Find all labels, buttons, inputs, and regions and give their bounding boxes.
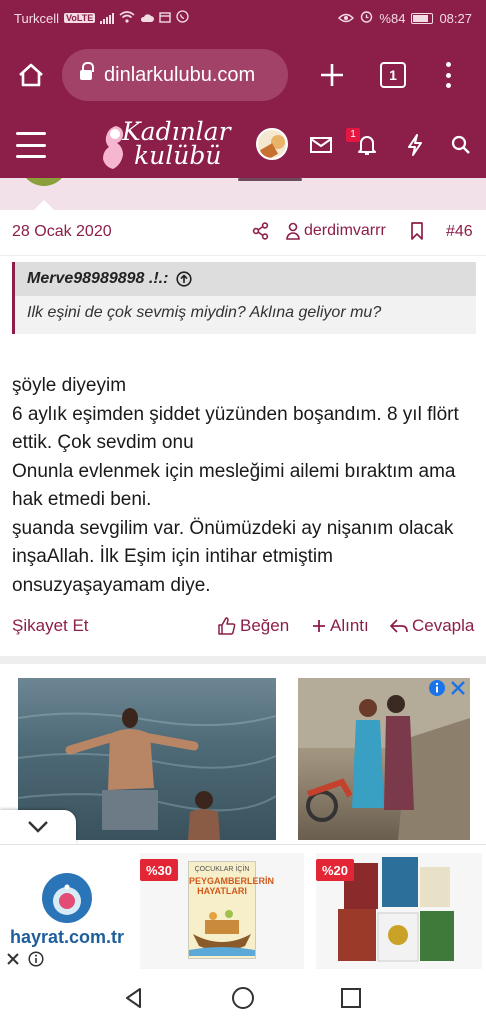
info-icon[interactable] (428, 679, 446, 697)
reply-button[interactable]: Cevapla (390, 616, 474, 636)
status-bar: Turkcell VoLTE %84 08:27 (0, 0, 486, 36)
new-tab-button[interactable] (312, 50, 352, 100)
product-card-2[interactable]: %20 (316, 853, 482, 969)
reply-label: Cevapla (412, 616, 475, 635)
reply-icon (390, 619, 408, 633)
address-bar[interactable]: dinlarkulubu.com (62, 49, 288, 101)
product-card-1[interactable]: %30 ÇOCUKLAR İÇİN PEYGAMBERLERİN HAYATLA… (140, 853, 304, 969)
user-icon (286, 222, 300, 240)
section-divider (0, 656, 486, 664)
discount-badge-2: %20 (316, 859, 354, 881)
post-meta: 28 Ocak 2020 derdimvarrr #46 (0, 210, 486, 256)
cloud-icon (140, 11, 155, 26)
report-link[interactable]: Şikayet Et (12, 616, 89, 636)
post-body: şöyle diyeyim 6 aylık eşimden şiddet yüz… (12, 372, 476, 600)
home-icon (19, 63, 43, 87)
quote-author: Merve98989898 .!.: (27, 270, 169, 287)
previous-post-edge (0, 178, 486, 210)
chevron-down-icon (28, 821, 48, 833)
volte-badge: VoLTE (64, 13, 96, 23)
go-to-quote-icon[interactable] (176, 271, 193, 287)
user-avatar[interactable] (256, 128, 288, 160)
quote-header[interactable]: Merve98989898 .!.: (15, 262, 476, 296)
bottom-banner-ad[interactable]: hayrat.com.tr %30 ÇOCUKLAR İÇİN PEYGAMBE… (0, 844, 486, 972)
home-nav-icon[interactable] (231, 986, 255, 1015)
carrier-name: Turkcell (14, 10, 60, 26)
site-header: Kadınlar kulübü 1 (0, 114, 486, 178)
ad-choices[interactable] (428, 678, 472, 698)
author-name: derdimvarrr (304, 222, 386, 239)
book-cover-1: ÇOCUKLAR İÇİN PEYGAMBERLERİN HAYATLARI (188, 861, 275, 959)
search-icon[interactable] (446, 130, 476, 160)
logo-line-2: kulübü (134, 141, 222, 170)
close-icon[interactable] (6, 952, 20, 966)
book-subtitle: ÇOCUKLAR İÇİN (194, 866, 250, 873)
battery-icon (411, 12, 434, 24)
lightning-icon[interactable] (400, 130, 430, 160)
calendar-icon (159, 11, 171, 26)
hamburger-menu-icon[interactable] (16, 132, 46, 158)
bookmark-icon[interactable] (410, 222, 424, 245)
quote-button[interactable]: Alıntı (312, 616, 369, 636)
thumbs-up-icon (218, 617, 236, 635)
plus-icon (321, 64, 343, 86)
share-icon[interactable] (252, 222, 270, 245)
previous-avatar (20, 178, 68, 186)
wifi-icon (119, 10, 135, 26)
like-button[interactable]: Beğen (218, 616, 289, 636)
system-navigation-bar (0, 972, 486, 1024)
recents-icon[interactable] (340, 987, 362, 1014)
ad-controls (6, 951, 44, 967)
url-text: dinlarkulubu.com (104, 63, 256, 86)
battery-percent: %84 (379, 10, 406, 26)
ad-image-women[interactable] (298, 678, 470, 840)
logo-text: Kadınlar kulübü (122, 119, 231, 170)
mail-icon[interactable] (306, 130, 336, 160)
hayrat-logo (42, 873, 92, 923)
clock-time: 08:27 (439, 10, 472, 26)
previous-post-marker (238, 178, 302, 181)
post-author[interactable]: derdimvarrr (286, 222, 386, 240)
home-button[interactable] (0, 36, 62, 114)
like-label: Beğen (240, 616, 290, 635)
ark-illustration (189, 910, 255, 956)
browser-toolbar: dinlarkulubu.com 1 (0, 36, 486, 114)
alarm-icon (360, 10, 373, 26)
eye-comfort-icon (338, 11, 355, 26)
browser-menu-button[interactable] (436, 60, 460, 90)
quote-block: Merve98989898 .!.: Ilk eşini de çok sevm… (12, 262, 476, 334)
lock-icon (80, 62, 94, 82)
quote-text: Ilk eşini de çok sevmiş miydin? Aklına g… (27, 304, 382, 321)
tab-switcher-button[interactable]: 1 (380, 62, 406, 88)
discount-badge-1: %30 (140, 859, 178, 881)
ad-brand: hayrat.com.tr (10, 927, 125, 947)
book-title: PEYGAMBERLERİN HAYATLARI (189, 876, 275, 896)
whatsapp-icon (176, 10, 189, 26)
quote-label: Alıntı (330, 616, 369, 635)
site-logo[interactable]: Kadınlar kulübü (98, 118, 231, 174)
post-number[interactable]: #46 (446, 223, 473, 241)
post-text: şöyle diyeyim 6 aylık eşimden şiddet yüz… (12, 375, 459, 596)
close-icon[interactable] (450, 680, 466, 696)
info-icon[interactable] (28, 951, 44, 967)
post-actions: Şikayet Et Beğen Alıntı Cevapla (0, 612, 486, 642)
plus-icon (313, 620, 325, 632)
signal-icon (100, 12, 115, 24)
post-date[interactable]: 28 Ocak 2020 (12, 223, 112, 241)
back-icon[interactable] (122, 986, 146, 1015)
collapse-ad-button[interactable] (0, 810, 76, 844)
notification-badge: 1 (346, 128, 360, 142)
